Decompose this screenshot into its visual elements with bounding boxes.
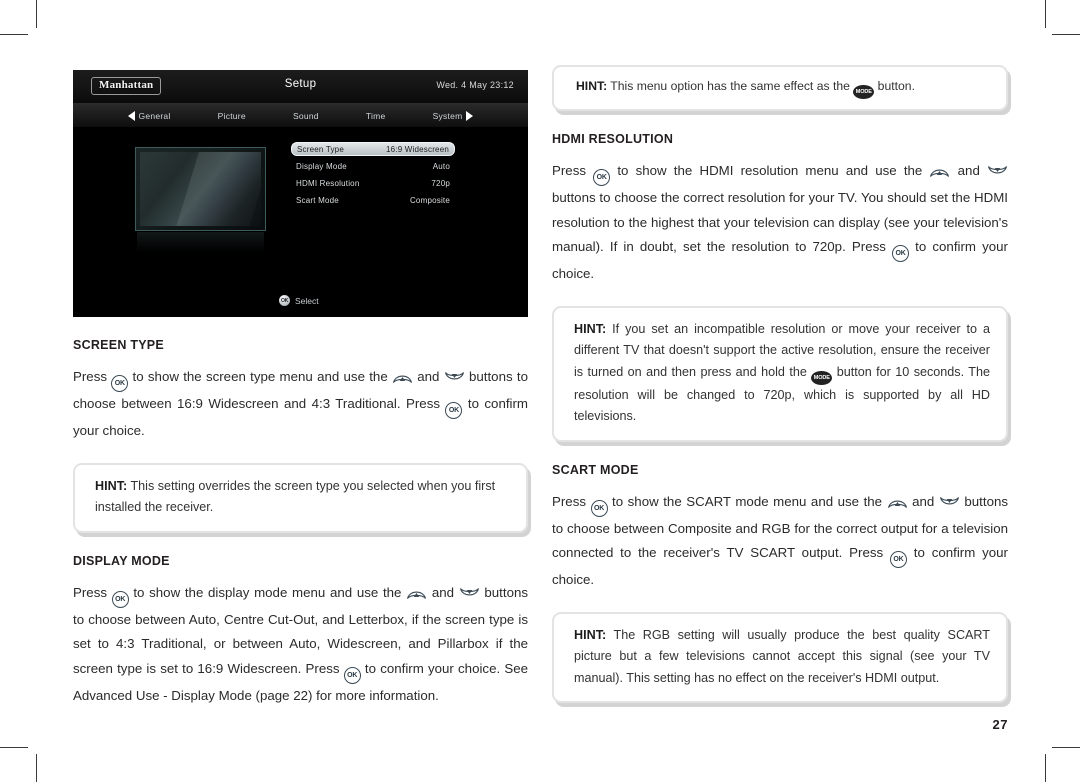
mode-button-icon: MODE — [853, 85, 875, 99]
up-button-icon — [392, 371, 413, 384]
tv-menu-value: 720p — [431, 178, 450, 188]
paragraph-hdmi-resolution: Press OK to show the HDMI resolution men… — [552, 159, 1008, 287]
text-run: and — [413, 369, 444, 384]
down-button-icon — [444, 371, 465, 384]
crop-mark-bottom-left-horizontal — [0, 747, 28, 748]
hint-text: HINT: This setting overrides the screen … — [95, 476, 510, 519]
hint-box-rgb-setting: HINT: The RGB setting will usually produ… — [552, 611, 1008, 703]
text-run: and — [427, 584, 459, 600]
ok-key-icon: OK — [279, 295, 290, 306]
text-run: Press — [552, 163, 594, 178]
text-run: Press — [552, 493, 591, 509]
text-run: to show the SCART mode menu and use the — [607, 493, 887, 509]
hint-label: HINT: — [95, 478, 128, 493]
hint-text: HINT: This menu option has the same effe… — [576, 76, 992, 99]
down-button-icon — [987, 165, 1008, 178]
hint-box-mode-button: HINT: This menu option has the same effe… — [552, 65, 1008, 111]
tv-nav-bar: General Picture Sound Time System — [73, 104, 528, 128]
tv-tab-system[interactable]: System — [433, 111, 463, 121]
tv-body: Screen Type 16:9 Widescreen Display Mode… — [73, 128, 528, 317]
crop-mark-top-right-vertical — [1045, 0, 1046, 28]
paragraph-display-mode: Press OK to show the display mode menu a… — [73, 581, 528, 709]
hint-box-screen-type: HINT: This setting overrides the screen … — [73, 462, 528, 533]
ok-button-icon: OK — [590, 499, 608, 517]
paragraph-screen-type: Press OK to show the screen type menu an… — [73, 365, 528, 444]
heading-hdmi-resolution: HDMI RESOLUTION — [552, 132, 674, 146]
tv-menu-row-screen-type[interactable]: Screen Type 16:9 Widescreen — [291, 142, 455, 156]
ok-button-icon: OK — [343, 666, 361, 684]
left-arrow-icon[interactable] — [128, 111, 135, 121]
ok-button-icon: OK — [593, 169, 611, 186]
hint-label: HINT: — [574, 321, 607, 336]
left-column: Manhattan Setup Wed. 4 May 23:12 General… — [73, 70, 528, 708]
tv-settings-menu: Screen Type 16:9 Widescreen Display Mode… — [291, 142, 455, 210]
page-number: 27 — [992, 717, 1008, 732]
ok-button-icon: OK — [889, 551, 907, 568]
tv-menu-label: Display Mode — [296, 161, 347, 171]
right-column: HINT: This menu option has the same effe… — [552, 65, 1008, 703]
up-button-icon — [929, 165, 950, 178]
crop-mark-bottom-right-horizontal — [1052, 747, 1080, 748]
tv-menu-label: HDMI Resolution — [296, 178, 360, 188]
tv-tab-sound[interactable]: Sound — [293, 111, 319, 121]
text-run: This setting overrides the screen type y… — [95, 478, 496, 515]
tv-header-bar: Manhattan Setup Wed. 4 May 23:12 — [73, 70, 528, 104]
tv-preview-reflection — [137, 232, 264, 252]
tv-menu-row-display-mode[interactable]: Display Mode Auto — [291, 159, 455, 173]
tv-menu-label: Screen Type — [297, 144, 344, 154]
heading-screen-type: SCREEN TYPE — [73, 338, 164, 352]
crop-mark-top-right-horizontal — [1052, 34, 1080, 35]
text-run: and — [907, 493, 939, 509]
crop-mark-bottom-right-vertical — [1045, 754, 1046, 782]
tv-footer-label: Select — [295, 295, 319, 306]
heading-display-mode: DISPLAY MODE — [73, 553, 170, 568]
hint-label: HINT: — [574, 627, 607, 642]
up-button-icon — [887, 496, 908, 509]
ok-button-icon: OK — [445, 402, 463, 419]
down-button-icon — [459, 587, 480, 600]
paragraph-scart-mode: Press OK to show the SCART mode menu and… — [552, 490, 1008, 593]
crop-mark-top-left-horizontal — [0, 34, 28, 35]
tv-preview-image — [135, 147, 266, 231]
heading-scart-mode: SCART MODE — [552, 462, 639, 477]
right-arrow-icon[interactable] — [466, 111, 473, 121]
tv-menu-value: Auto — [432, 161, 450, 171]
text-run: The RGB setting will usually produce the… — [574, 627, 990, 685]
tv-tab-general[interactable]: General — [139, 111, 171, 121]
tv-datetime: Wed. 4 May 23:12 — [436, 80, 514, 90]
up-button-icon — [406, 587, 427, 600]
hint-box-incompatible-resolution: HINT: If you set an incompatible resolut… — [552, 305, 1008, 442]
text-run: and — [950, 163, 988, 178]
text-run: to show the HDMI resolution menu and use… — [610, 163, 930, 178]
tv-menu-row-scart-mode[interactable]: Scart Mode Composite — [291, 193, 455, 207]
hint-label: HINT: — [576, 79, 608, 93]
tv-setup-screenshot: Manhattan Setup Wed. 4 May 23:12 General… — [73, 70, 528, 317]
crop-mark-top-left-vertical — [36, 0, 37, 28]
mode-button-icon: MODE — [811, 370, 833, 385]
text-run: to show the display mode menu and use th… — [128, 584, 407, 600]
tv-menu-value: Composite — [409, 195, 450, 205]
tv-footer-hint: OK Select — [279, 295, 319, 306]
ok-button-icon: OK — [111, 375, 129, 392]
tv-menu-label: Scart Mode — [296, 195, 339, 205]
text-run: Press — [73, 584, 112, 600]
ok-button-icon: OK — [111, 590, 129, 608]
hint-text: HINT: The RGB setting will usually produ… — [574, 625, 990, 690]
text-run: This menu option has the same effect as … — [607, 79, 854, 93]
tv-tab-time[interactable]: Time — [366, 111, 386, 121]
tv-menu-value: 16:9 Widescreen — [385, 144, 449, 154]
tv-preview-glare — [169, 152, 261, 226]
hint-text: HINT: If you set an incompatible resolut… — [574, 319, 990, 428]
tv-preview-inner — [140, 152, 261, 226]
tv-menu-row-hdmi-resolution[interactable]: HDMI Resolution 720p — [291, 176, 455, 190]
ok-button-icon: OK — [892, 245, 910, 262]
text-run: to show the screen type menu and use the — [128, 369, 392, 384]
text-run: button. — [874, 79, 915, 93]
crop-mark-bottom-left-vertical — [36, 754, 37, 782]
down-button-icon — [939, 496, 960, 509]
tv-tab-picture[interactable]: Picture — [218, 111, 246, 121]
text-run: Press — [73, 369, 112, 384]
